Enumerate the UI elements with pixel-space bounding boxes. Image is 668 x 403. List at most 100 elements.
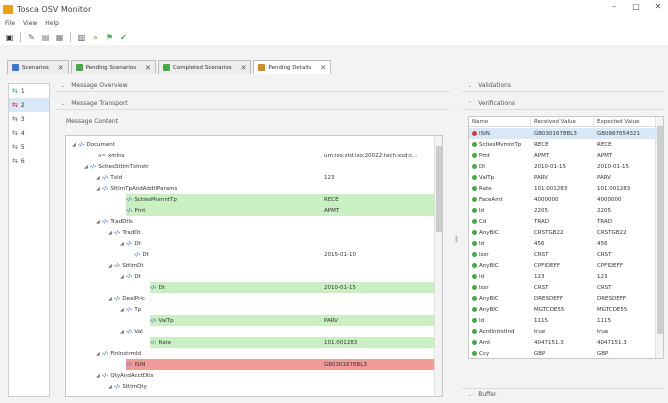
tree-row[interactable]: ◢ ‹/› QtyAndAcctDtls (66, 370, 434, 381)
menu-help[interactable]: Help (45, 20, 59, 27)
tree-row[interactable]: ◢ ‹/› TradDt (66, 227, 434, 238)
table-row[interactable]: SctiesMvmntTp RECE RECE (469, 139, 657, 150)
expand-arrow-icon[interactable]: ◢ (120, 307, 124, 313)
list-item[interactable]: ⇆ 6 (9, 154, 49, 168)
tree-row[interactable]: ‹/› ValTp PARV (150, 315, 434, 326)
expand-arrow-icon[interactable]: ◢ (72, 142, 76, 148)
forward-icon[interactable]: » (90, 32, 101, 43)
monitor-icon[interactable]: ▣ (4, 32, 15, 43)
message-tree[interactable]: ◢ ‹/› Document a= xmlns urn:iso:std:iso:2002… (65, 135, 443, 397)
table-row[interactable]: AnyBIC CPFIDEFF CPFIDEFF (469, 260, 657, 271)
tree-row[interactable]: ‹/› Dt 2010-01-15 (150, 282, 434, 293)
tree-row[interactable]: ◢ ‹/› SttlmDt (66, 260, 434, 271)
tree-row[interactable]: ◢ ‹/› Val (66, 326, 434, 337)
check-icon[interactable]: ✔ (118, 32, 129, 43)
tab-scenarios[interactable]: Scenarios ✕ (7, 60, 69, 74)
buffer-header[interactable]: ⌄ Buffer (462, 388, 664, 400)
tab-pending-details[interactable]: Pending Details ✕ (253, 60, 332, 74)
verifications-header[interactable]: ⌃ Verifications (462, 98, 664, 110)
close-button[interactable]: ✕ (652, 2, 664, 11)
tree-row[interactable]: ‹/› ISIN GB0301678BL3 (126, 359, 434, 370)
table-row[interactable]: Rate 101.001283 101.001283 (469, 183, 657, 194)
message-transport-header[interactable]: ⌄ Message Transport (55, 98, 450, 110)
tree-row[interactable]: a= xmlns urn:iso:std:iso:20022:tech:xsd:c.… (66, 150, 434, 161)
maximize-button[interactable]: □ (630, 2, 642, 11)
table-row[interactable]: AcrdIntrstInd true true (469, 326, 657, 337)
splitter-handle[interactable]: ‖ (455, 236, 458, 243)
tree-row[interactable]: ‹/› SctiesMvmntTp RECE (126, 194, 434, 205)
list-icon[interactable]: ▤ (40, 32, 51, 43)
validations-header[interactable]: ⌄ Validations (462, 80, 664, 92)
tree-row[interactable]: ◢ ‹/› DealPric (66, 293, 434, 304)
tab-pending-scenarios[interactable]: Pending Scenarios ✕ (70, 60, 157, 74)
expand-arrow-icon[interactable]: ◢ (108, 384, 112, 390)
tab-close-button[interactable]: ✕ (58, 64, 64, 72)
expand-arrow-icon[interactable]: ◢ (84, 164, 88, 170)
column-expected[interactable]: Expected Value (594, 117, 657, 126)
minimize-button[interactable]: – (608, 2, 620, 11)
table-row[interactable]: Id 2205 2205 (469, 205, 657, 216)
table-scrollbar-thumb[interactable] (657, 126, 663, 334)
tree-row[interactable]: ‹/› Rate 101.001283 (150, 337, 434, 348)
menu-view[interactable]: View (23, 20, 37, 27)
message-overview-header[interactable]: ⌄ Message Overview (55, 80, 450, 92)
tab-close-button[interactable]: ✕ (145, 64, 151, 72)
tree-row[interactable]: ◢ ‹/› SctiesSttlmTxInstr (66, 161, 434, 172)
table-row[interactable]: Id 123 123 (469, 271, 657, 282)
table-row[interactable]: Dt 2010-01-15 2010-01-15 (469, 161, 657, 172)
expand-arrow-icon[interactable]: ◢ (96, 186, 100, 192)
expand-arrow-icon[interactable]: ◢ (96, 219, 100, 225)
tree-row[interactable]: ◢ ‹/› FinInstrmId (66, 348, 434, 359)
table-row[interactable]: ValTp PARV PARV (469, 172, 657, 183)
tree-row[interactable]: ◢ ‹/› Tp (66, 304, 434, 315)
table-row[interactable]: Issr CRST CRST (469, 249, 657, 260)
tree-row[interactable]: ‹/› Dt 2015-01-10 (66, 249, 434, 260)
list-item[interactable]: ⇆ 1 (9, 84, 49, 98)
table-row[interactable]: Id 456 456 (469, 238, 657, 249)
tree-row[interactable]: ◢ ‹/› TradDtls (66, 216, 434, 227)
expand-arrow-icon[interactable]: ◢ (108, 296, 112, 302)
table-row[interactable]: Pmt APMT APMT (469, 150, 657, 161)
tree-row[interactable]: ◢ ‹/› SttlmTpAndAddtlParams (66, 183, 434, 194)
table-row[interactable]: AnyBIC MGTCDE55 MGTCDE55 (469, 304, 657, 315)
expand-arrow-icon[interactable]: ◢ (108, 263, 112, 269)
tree-row[interactable]: ◢ ‹/› Dt (66, 238, 434, 249)
table-row[interactable]: AnyBIC CRSTGB22 CRSTGB22 (469, 227, 657, 238)
expand-arrow-icon[interactable]: ◢ (108, 230, 112, 236)
column-name[interactable]: Name (469, 117, 531, 126)
table-row[interactable]: AnyBIC DRESDEFF DRESDEFF (469, 293, 657, 304)
tree-row[interactable]: ◢ ‹/› TxId 123 (66, 172, 434, 183)
expand-arrow-icon[interactable]: ◢ (96, 373, 100, 379)
list-item[interactable]: ⇆ 3 (9, 112, 49, 126)
table-row[interactable]: Issr CRST CRST (469, 282, 657, 293)
table-row[interactable]: Amt 4047151.3 4047151.3 (469, 337, 657, 348)
menu-file[interactable]: File (5, 20, 15, 27)
expand-arrow-icon[interactable]: ◢ (96, 351, 100, 357)
table-row[interactable]: ISIN GB0301678BL3 GB0987654321 (469, 128, 657, 139)
table-icon[interactable]: ▥ (76, 32, 87, 43)
table-row[interactable]: Id 1115 1115 (469, 315, 657, 326)
tree-scrollbar-thumb[interactable] (436, 146, 442, 232)
tree-row[interactable]: ◢ ‹/› SttlmQty (66, 381, 434, 392)
table-row[interactable]: Cd TRAD TRAD (469, 216, 657, 227)
filter-icon[interactable]: ✎ (26, 32, 37, 43)
tab-close-button[interactable]: ✕ (320, 64, 326, 72)
expand-arrow-icon[interactable]: ◢ (120, 274, 124, 280)
tab-close-button[interactable]: ✕ (241, 64, 247, 72)
table-row[interactable]: Ccy GBP GBP (469, 348, 657, 358)
table-row[interactable]: FaceAmt 4000000 4000000 (469, 194, 657, 205)
list-item[interactable]: ⇆ 5 (9, 140, 49, 154)
column-received[interactable]: Received Value (531, 117, 594, 126)
list-item[interactable]: ⇆ 4 (9, 126, 49, 140)
expand-arrow-icon[interactable]: ◢ (120, 329, 124, 335)
expand-arrow-icon[interactable]: ◢ (120, 241, 124, 247)
tree-row[interactable]: ◢ ‹/› Document (66, 139, 434, 150)
grid-icon[interactable]: ▦ (54, 32, 65, 43)
expand-arrow-icon[interactable]: ◢ (96, 175, 100, 181)
tree-row[interactable]: ‹/› Pmt APMT (126, 205, 434, 216)
list-item[interactable]: ⇆ 2 (9, 98, 49, 112)
tab-completed-scenarios[interactable]: Completed Scenarios ✕ (158, 60, 252, 74)
tree-scrollbar[interactable] (434, 136, 442, 396)
flag-icon[interactable]: ⚑ (104, 32, 115, 43)
tree-row[interactable]: ◢ ‹/› Dt (66, 271, 434, 282)
